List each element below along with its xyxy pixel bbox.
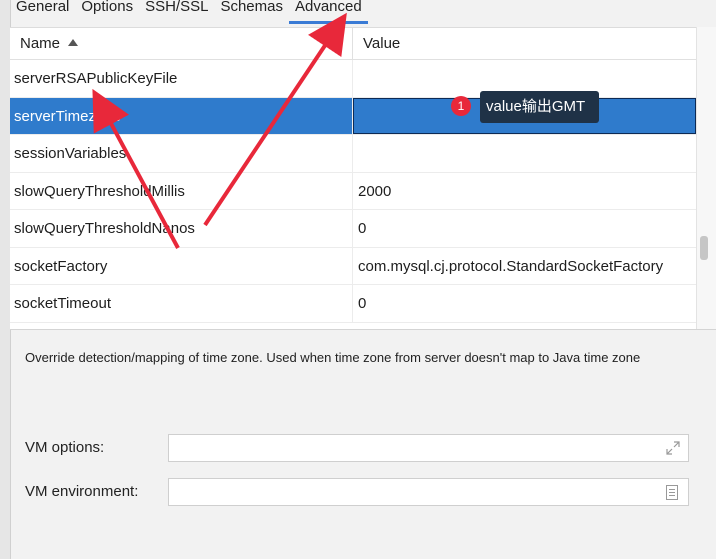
property-value[interactable]: [353, 135, 696, 172]
tab-advanced[interactable]: Advanced: [288, 0, 368, 24]
table-row[interactable]: socketFactory com.mysql.cj.protocol.Stan…: [10, 247, 696, 285]
table-row[interactable]: sessionVariables: [10, 135, 696, 173]
tab-options[interactable]: Options: [75, 0, 139, 22]
table-row[interactable]: socketTimeout 0: [10, 285, 696, 323]
property-description: Override detection/mapping of time zone.…: [25, 350, 641, 365]
column-header-name-label: Name: [20, 35, 61, 52]
property-name: serverRSAPublicKeyFile: [10, 60, 353, 97]
annotation-badge: 1: [451, 96, 471, 116]
property-name: slowQueryThresholdNanos: [10, 210, 353, 247]
vm-options-input[interactable]: [168, 434, 689, 462]
document-icon[interactable]: [666, 485, 678, 500]
scrollbar-thumb[interactable]: [700, 236, 708, 260]
expand-icon[interactable]: [666, 441, 680, 455]
annotation-tooltip: value输出GMT: [480, 91, 600, 123]
property-value[interactable]: com.mysql.cj.protocol.StandardSocketFact…: [353, 248, 696, 285]
property-value[interactable]: 2000: [353, 173, 696, 210]
vm-environment-input[interactable]: [168, 478, 689, 506]
tab-general[interactable]: General: [10, 0, 75, 22]
property-value[interactable]: 0: [353, 210, 696, 247]
tab-ssh-ssl[interactable]: SSH/SSL: [139, 0, 214, 22]
property-name: sessionVariables: [10, 135, 353, 172]
column-header-name[interactable]: Name: [10, 28, 353, 59]
property-name: serverTimezone: [10, 97, 353, 134]
property-value[interactable]: 0: [353, 285, 696, 322]
divider: [10, 329, 716, 330]
tab-bar: General Options SSH/SSL Schemas Advanced: [10, 0, 716, 26]
property-name: socketFactory: [10, 247, 353, 284]
tab-schemas[interactable]: Schemas: [214, 0, 289, 22]
table-row[interactable]: slowQueryThresholdMillis 2000: [10, 172, 696, 210]
sort-ascending-icon: [68, 39, 79, 46]
properties-table: Name Value serverRSAPublicKeyFile server…: [10, 27, 696, 330]
property-name: socketTimeout: [10, 285, 353, 322]
vertical-scrollbar[interactable]: [696, 27, 716, 329]
property-name: slowQueryThresholdMillis: [10, 172, 353, 209]
vm-environment-label: VM environment:: [25, 483, 139, 500]
table-header: Name Value: [10, 28, 696, 60]
table-row[interactable]: slowQueryThresholdNanos 0: [10, 210, 696, 248]
column-header-value[interactable]: Value: [353, 28, 696, 59]
vm-options-label: VM options:: [25, 439, 105, 456]
